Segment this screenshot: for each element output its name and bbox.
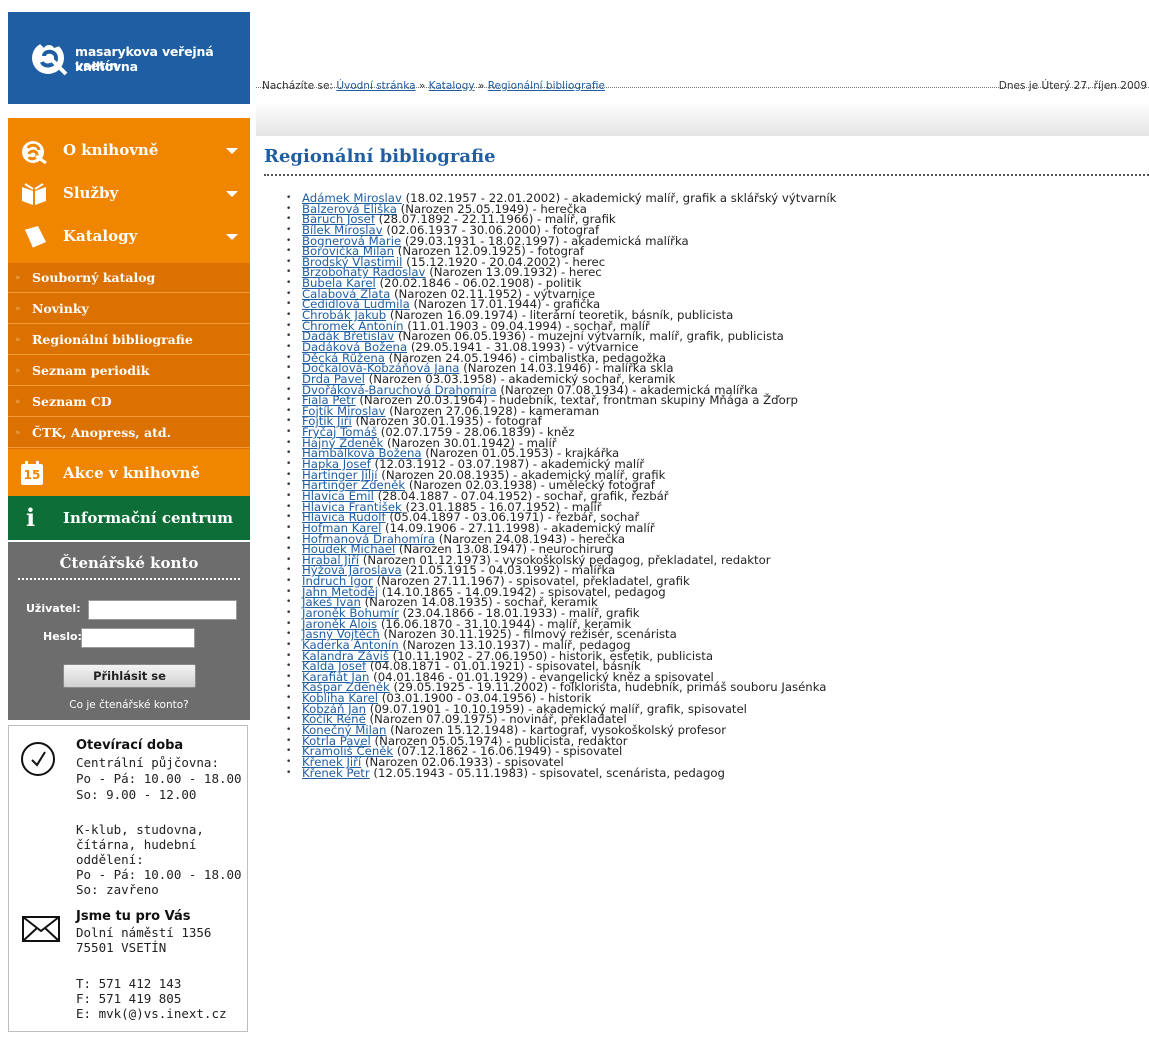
username-input[interactable] <box>88 600 237 620</box>
bullet-icon: » <box>15 428 21 438</box>
opening-hours-box: Otevírací doba Centrální půjčovna: Po - … <box>8 725 248 1032</box>
person-link[interactable]: Křenek Petr <box>302 766 370 780</box>
opening-hours-line: Centrální půjčovna: <box>76 755 219 770</box>
header-band <box>256 102 1149 136</box>
divider <box>18 578 240 580</box>
reader-account-panel: Čtenářské konto Uživatel: Heslo: Přihlás… <box>8 542 250 720</box>
opening-hours-line: Po - Pá: 10.00 - 18.00 <box>76 771 242 786</box>
submenu-item-seznam-cd[interactable]: » Seznam CD <box>8 387 250 417</box>
nav-item-label: O knihovně <box>63 141 159 159</box>
breadcrumb-link-home[interactable]: Úvodní stránka <box>336 80 415 92</box>
bibliography-list: Adámek Miroslav (18.02.1957 - 22.01.2002… <box>286 192 1146 780</box>
submenu-item-ctk-anopress[interactable]: » ČTK, Anopress, atd. <box>8 418 250 448</box>
bullet-icon: » <box>15 335 21 345</box>
reader-account-help-link[interactable]: Co je čtenářské konto? <box>8 699 250 711</box>
chevron-down-icon <box>226 234 238 240</box>
login-button[interactable]: Přihlásit se <box>63 664 196 688</box>
list-item: Křenek Petr (12.05.1943 - 05.11.1983) - … <box>286 765 1146 780</box>
book-icon <box>23 226 46 249</box>
password-label: Heslo: <box>43 630 82 643</box>
opening-hours-line: So: 9.00 - 12.00 <box>76 787 197 802</box>
contact-line: E: mvk(@)vs.inext.cz <box>76 1006 227 1021</box>
submenu-label: Novinky <box>32 301 89 316</box>
breadcrumb-separator: » <box>418 80 426 92</box>
person-info: (12.05.1943 - 05.11.1983) - spisovatel, … <box>369 765 725 780</box>
submenu-item-seznam-periodik[interactable]: » Seznam periodik <box>8 356 250 386</box>
clock-icon <box>21 742 55 776</box>
left-sidebar: masarykova veřejná knihovna vsetín O kni… <box>0 0 250 1059</box>
opening-hours-line: So: zavřeno <box>76 882 159 897</box>
nav-item-o-knihovne[interactable]: O knihovně <box>8 132 250 170</box>
opening-hours-title: Otevírací doba <box>76 738 184 753</box>
nav-item-akce[interactable]: 15 Akce v knihovně <box>8 452 250 496</box>
open-book-icon <box>22 183 46 205</box>
contact-line: 75501 VSETÍN <box>76 940 167 955</box>
library-logo-icon <box>22 141 47 164</box>
catalog-submenu: » Souborný katalog » Novinky » Regionáln… <box>8 263 250 449</box>
bullet-icon: » <box>15 304 21 314</box>
bullet-icon: » <box>15 366 21 376</box>
submenu-label: Regionální bibliografie <box>32 332 193 347</box>
nav-item-label: Katalogy <box>63 227 138 245</box>
title-divider <box>264 174 1149 176</box>
password-input[interactable] <box>81 628 195 648</box>
submenu-label: Souborný katalog <box>32 270 156 285</box>
nav-item-informacni-centrum[interactable]: i Informační centrum <box>8 496 250 540</box>
main-content: Regionální bibliografie Adámek Miroslav … <box>256 136 1149 1059</box>
nav-item-label: Služby <box>63 184 119 202</box>
submenu-item-regionalni-bibliografie[interactable]: » Regionální bibliografie <box>8 325 250 355</box>
breadcrumb: Nacházíte se: Úvodní stránka » Katalogy … <box>262 80 605 92</box>
submenu-item-soubornu-katalog[interactable]: » Souborný katalog <box>8 263 250 293</box>
logo-mark-icon <box>32 39 68 76</box>
chevron-down-icon <box>226 191 238 197</box>
breadcrumb-prefix: Nacházíte se: <box>262 80 333 92</box>
library-logo[interactable]: masarykova veřejná knihovna vsetín <box>8 12 250 104</box>
opening-hours-line: oddělení: <box>76 852 144 867</box>
bullet-icon: » <box>15 397 21 407</box>
submenu-item-novinky[interactable]: » Novinky <box>8 294 250 324</box>
username-label: Uživatel: <box>26 602 81 615</box>
envelope-icon <box>22 916 60 942</box>
breadcrumb-link-katalogy[interactable]: Katalogy <box>429 80 475 92</box>
opening-hours-line: čítárna, hudební <box>76 837 197 852</box>
chevron-down-icon <box>226 148 238 154</box>
submenu-label: Seznam periodik <box>32 363 150 378</box>
contact-line: T: 571 412 143 <box>76 976 182 991</box>
nav-item-label: Akce v knihovně <box>63 464 200 482</box>
current-date: Dnes je Úterý 27. říjen 2009 <box>998 80 1147 92</box>
opening-hours-line: K-klub, studovna, <box>76 822 204 837</box>
nav-item-label: Informační centrum <box>63 509 234 527</box>
bullet-icon: » <box>15 273 21 283</box>
contact-line: F: 571 419 805 <box>76 991 182 1006</box>
calendar-icon: 15 <box>21 461 43 485</box>
nav-item-katalogy[interactable]: Katalogy <box>8 218 250 256</box>
logo-text-line2: vsetín <box>75 58 119 73</box>
contact-line: Dolní náměstí 1356 <box>76 925 212 940</box>
opening-hours-line: Po - Pá: 10.00 - 18.00 <box>76 867 242 882</box>
info-icon: i <box>26 503 36 532</box>
nav-item-sluzby[interactable]: Služby <box>8 175 250 213</box>
main-navigation: O knihovně Služby Katalogy » Souborný ka <box>8 118 250 496</box>
reader-account-title: Čtenářské konto <box>59 554 199 572</box>
breadcrumb-link-current[interactable]: Regionální bibliografie <box>488 80 605 92</box>
page-title: Regionální bibliografie <box>264 146 496 167</box>
submenu-label: ČTK, Anopress, atd. <box>32 425 171 440</box>
breadcrumb-separator: » <box>477 80 485 92</box>
contact-title: Jsme tu pro Vás <box>76 909 191 924</box>
submenu-label: Seznam CD <box>32 394 112 409</box>
